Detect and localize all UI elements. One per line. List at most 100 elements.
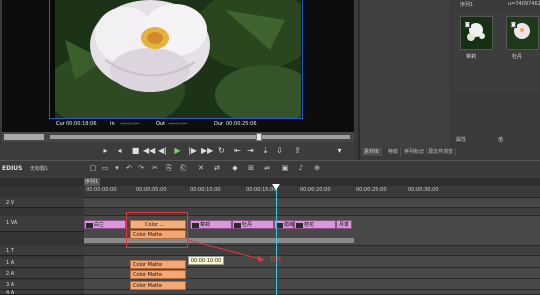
timeline-clip[interactable]: 菜莉 bbox=[190, 220, 232, 229]
track-label: 4 A bbox=[6, 290, 15, 295]
color-matte-clip[interactable]: Color Matte bbox=[130, 281, 186, 290]
bin-clip-label: 牡丹 bbox=[512, 54, 523, 60]
snap-icon[interactable]: ⊞ bbox=[246, 163, 256, 173]
track-header-row[interactable]: 4 A bbox=[0, 290, 84, 295]
redo-icon[interactable]: ↷ bbox=[136, 163, 146, 173]
tab-sequence[interactable]: 序列1 bbox=[84, 178, 100, 186]
track-label: 1 A bbox=[6, 260, 15, 266]
tab-sequence-markers[interactable]: 序列标记 bbox=[402, 148, 428, 156]
playhead-line[interactable] bbox=[276, 186, 277, 295]
clip-thumb-icon bbox=[276, 223, 283, 228]
delete-icon[interactable]: ✕ bbox=[196, 163, 206, 173]
track-header-row[interactable]: 2 V bbox=[0, 198, 84, 208]
zoom-icon[interactable]: ⊕ bbox=[312, 163, 322, 173]
set-in-icon[interactable]: ⇤ bbox=[232, 146, 243, 156]
camera-icon: ◙ bbox=[511, 22, 517, 28]
track-lane[interactable] bbox=[84, 290, 540, 295]
cur-timecode: 00:00:18:06 bbox=[66, 121, 97, 127]
insert-icon[interactable]: ⇣ bbox=[260, 146, 271, 156]
scrub-track[interactable] bbox=[50, 135, 350, 139]
color-matte-clip[interactable]: Color Matte bbox=[130, 270, 186, 279]
dur-label: Dur bbox=[214, 121, 224, 127]
open-icon[interactable]: ▭ bbox=[100, 163, 110, 173]
in-point-icon[interactable]: ▸ bbox=[100, 146, 111, 156]
out-point-icon[interactable]: ◂ bbox=[114, 146, 125, 156]
out-timecode: --:--:--:-- bbox=[168, 121, 188, 127]
track-label: 1 T bbox=[6, 248, 14, 254]
clip-thumb-icon bbox=[234, 223, 241, 228]
in-label: In bbox=[110, 121, 115, 127]
track-lane[interactable] bbox=[84, 198, 540, 208]
step-forward-icon[interactable]: |▶ bbox=[187, 146, 198, 156]
bin-seq-id: u=74097462 bbox=[508, 1, 540, 7]
color-matte-clip[interactable]: Color Matte bbox=[130, 260, 186, 269]
save-icon[interactable]: ▾ bbox=[112, 163, 122, 173]
track-label: 1 VA bbox=[6, 220, 18, 226]
play-icon[interactable]: ▶ bbox=[172, 146, 183, 156]
edius-window: Cur 00:00:18:06 In --:--:--:-- Out --:--… bbox=[0, 0, 540, 295]
track-header-row[interactable]: 3 A bbox=[0, 280, 84, 290]
annotation-text: 拉长 bbox=[270, 256, 283, 263]
timeline-clip[interactable]: 白兰 bbox=[84, 220, 126, 229]
track-header-row[interactable]: 2 A bbox=[0, 269, 84, 279]
clip-thumb-icon bbox=[296, 223, 303, 228]
clip-thumb-icon bbox=[86, 223, 93, 228]
dur-timecode: 00:00:25:06 bbox=[226, 121, 257, 127]
ripple-icon[interactable]: ⇄ bbox=[212, 163, 222, 173]
bin-folder-tree bbox=[360, 0, 450, 148]
cut-icon[interactable]: ✂ bbox=[150, 163, 160, 173]
set-out-icon[interactable]: ⇥ bbox=[245, 146, 256, 156]
in-timecode: --:--:--:-- bbox=[120, 121, 140, 127]
timeline-clip[interactable]: 桂花 bbox=[294, 220, 336, 229]
camera-icon: ◙ bbox=[465, 22, 471, 28]
undo-icon[interactable]: ↶ bbox=[124, 163, 134, 173]
marker-icon[interactable]: ◆ bbox=[230, 163, 240, 173]
ruler-tick-label: 00:00:25:00 bbox=[356, 187, 387, 193]
rewind-icon[interactable]: ◀◀ bbox=[143, 146, 155, 156]
track-header-row[interactable]: 1 VA bbox=[0, 216, 84, 232]
tab-effects[interactable]: 特效 bbox=[386, 148, 402, 156]
render-icon[interactable]: ▣ bbox=[280, 163, 290, 173]
timecode-tooltip: 00:00:10:00 bbox=[188, 256, 224, 265]
stop-icon[interactable]: ■ bbox=[130, 146, 141, 156]
track-header-row[interactable]: 1 A bbox=[0, 258, 84, 268]
bin-clip-label: 茉莉 bbox=[466, 54, 477, 60]
timeline-clip[interactable]: 月季 bbox=[336, 220, 352, 229]
timeline-clip[interactable]: 牡丹 bbox=[232, 220, 274, 229]
project-title: 无标题1 bbox=[30, 166, 49, 172]
cur-label: Cur bbox=[56, 121, 65, 127]
new-sequence-icon[interactable]: ▢ bbox=[88, 163, 98, 173]
fast-forward-icon[interactable]: ▶▶ bbox=[201, 146, 213, 156]
property-label: 属性 bbox=[456, 137, 467, 143]
menu-arrow-icon[interactable]: ▾ bbox=[334, 146, 345, 156]
peony-flower-image bbox=[55, 0, 301, 118]
value-label: 值 bbox=[498, 137, 504, 143]
playhead-marker[interactable] bbox=[272, 184, 280, 190]
sync-icon[interactable]: ⇌ bbox=[262, 163, 272, 173]
track-label: 3 A bbox=[6, 282, 15, 288]
loop-icon[interactable]: ↻ bbox=[216, 146, 227, 156]
copy-icon[interactable]: ⎘ bbox=[164, 163, 174, 173]
property-header: 属性 值 bbox=[452, 132, 540, 148]
track-label: 2 V bbox=[6, 200, 15, 206]
bin-header: 序列1 u=74097462 bbox=[452, 0, 540, 10]
tab-bin[interactable]: 素材库 bbox=[362, 148, 383, 156]
ruler-tick-label: 00:00:00:00 bbox=[86, 187, 117, 193]
timeline-clip[interactable]: 腊梅 bbox=[274, 220, 294, 229]
tab-source-browser[interactable]: 源文件浏览 bbox=[426, 148, 457, 156]
bin-title: 序列1 bbox=[460, 2, 474, 8]
selection-highlight bbox=[126, 212, 188, 248]
export-icon[interactable]: ⇪ bbox=[292, 146, 303, 156]
overwrite-icon[interactable]: ⇩ bbox=[274, 146, 285, 156]
clip-thumb-icon bbox=[192, 223, 199, 228]
track-header-row[interactable]: 1 T bbox=[0, 246, 84, 256]
playback-position-bar[interactable] bbox=[4, 134, 44, 140]
ruler-tick-label: 00:00:10:00 bbox=[190, 187, 221, 193]
paste-icon[interactable]: ⎗ bbox=[178, 163, 188, 173]
audio-icon[interactable]: ♪ bbox=[296, 163, 306, 173]
step-back-icon[interactable]: ◀| bbox=[157, 146, 168, 156]
scrub-knob[interactable] bbox=[256, 133, 262, 141]
sequence-tab-bar bbox=[0, 178, 540, 186]
ruler-tick-label: 00:00:20:00 bbox=[300, 187, 331, 193]
ruler-tick-label: 00:00:05:00 bbox=[136, 187, 167, 193]
